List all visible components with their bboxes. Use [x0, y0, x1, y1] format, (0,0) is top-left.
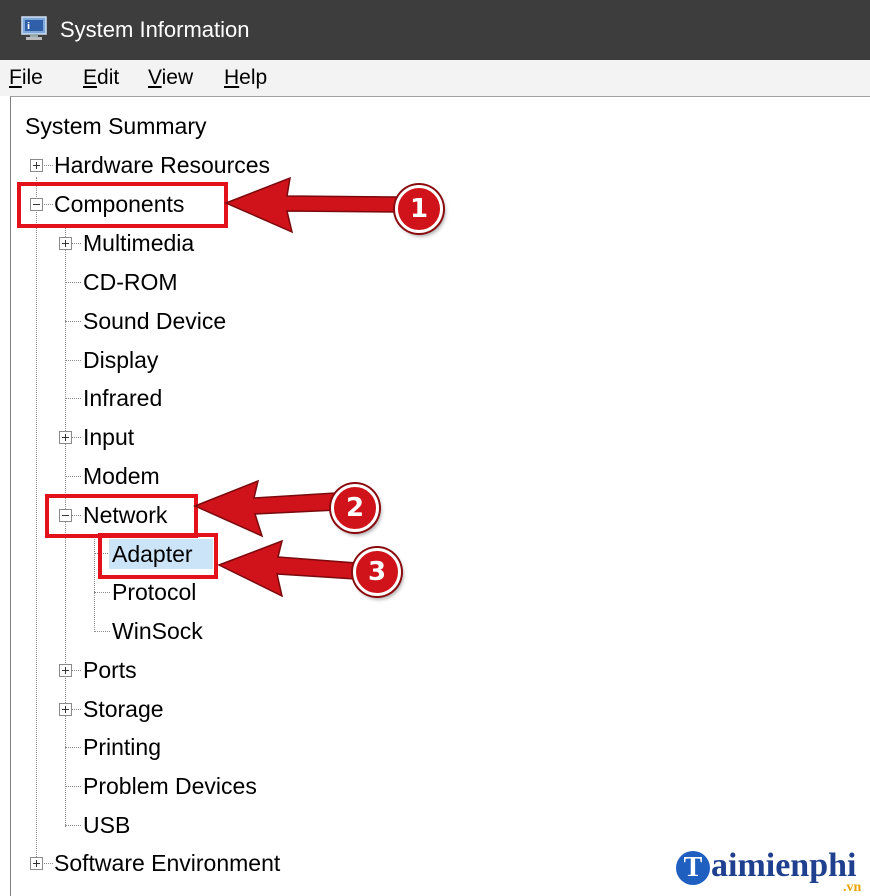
- menu-file[interactable]: File: [9, 66, 43, 90]
- expand-ports-button[interactable]: [59, 664, 72, 677]
- tree-item-input[interactable]: Input: [83, 422, 134, 452]
- tree-hline: [65, 282, 81, 283]
- menu-view-rest: iew: [161, 66, 194, 89]
- svg-text:i: i: [27, 22, 30, 32]
- tree-item-cd-rom[interactable]: CD-ROM: [83, 267, 178, 297]
- expand-multimedia-button[interactable]: [59, 237, 72, 250]
- tree-item-system-summary[interactable]: System Summary: [25, 111, 206, 141]
- tree-item-winsock[interactable]: WinSock: [112, 616, 203, 646]
- tree-item-sound-device[interactable]: Sound Device: [83, 306, 226, 336]
- window-title: System Information: [60, 17, 250, 42]
- tree-item-multimedia[interactable]: Multimedia: [83, 228, 194, 258]
- menu-edit-accel: E: [83, 66, 98, 89]
- step-2-badge: 2: [331, 484, 379, 532]
- expand-storage-button[interactable]: [59, 703, 72, 716]
- menu-file-accel: F: [9, 66, 22, 89]
- tree-hline: [65, 398, 81, 399]
- expand-input-button[interactable]: [59, 431, 72, 444]
- system-information-icon: i: [21, 16, 47, 40]
- logo-letter: T: [676, 851, 710, 886]
- tree-line-level3: [94, 537, 95, 632]
- logo-suffix: .vn: [843, 880, 862, 895]
- expand-hardware-resources-button[interactable]: [30, 159, 43, 172]
- tree-item-hardware-resources[interactable]: Hardware Resources: [54, 150, 270, 180]
- menu-view[interactable]: View: [148, 66, 193, 90]
- menu-help[interactable]: Help: [224, 66, 267, 90]
- tree-item-modem[interactable]: Modem: [83, 461, 160, 491]
- taimienphi-logo: Taimienphi: [676, 847, 857, 886]
- menu-edit-rest: dit: [97, 66, 120, 89]
- tree-item-problem-devices[interactable]: Problem Devices: [83, 771, 257, 801]
- menu-edit[interactable]: Edit: [83, 66, 119, 90]
- step-1-badge: 1: [395, 185, 443, 233]
- tree-item-software-environment[interactable]: Software Environment: [54, 848, 280, 878]
- highlight-box-adapter: [98, 533, 218, 579]
- tree-hline: [65, 360, 81, 361]
- menu-view-accel: V: [148, 66, 162, 89]
- tree-hline: [65, 747, 81, 748]
- tree-hline: [94, 631, 110, 632]
- highlight-box-network: [45, 494, 198, 538]
- title-bar: i System Information: [0, 0, 870, 60]
- tree-hline: [65, 321, 81, 322]
- menu-help-rest: elp: [239, 66, 268, 89]
- menu-bar: File Edit View Help: [0, 60, 870, 96]
- tree-item-protocol[interactable]: Protocol: [112, 577, 196, 607]
- menu-help-accel: H: [224, 66, 240, 89]
- logo-text: aimienphi: [711, 847, 857, 884]
- highlight-box-components: [17, 182, 228, 228]
- tree-hline: [65, 476, 81, 477]
- expand-software-environment-button[interactable]: [30, 857, 43, 870]
- tree-item-infrared[interactable]: Infrared: [83, 383, 162, 413]
- tree-item-usb[interactable]: USB: [83, 810, 130, 840]
- tree-item-display[interactable]: Display: [83, 345, 158, 375]
- tree-item-printing[interactable]: Printing: [83, 732, 161, 762]
- tree-hline: [94, 592, 110, 593]
- tree-item-ports[interactable]: Ports: [83, 655, 137, 685]
- step-3-badge: 3: [353, 548, 401, 596]
- tree-line-level1: [36, 177, 37, 867]
- tree-hline: [65, 825, 81, 826]
- menu-file-rest: ile: [21, 66, 43, 89]
- tree-item-storage[interactable]: Storage: [83, 694, 164, 724]
- tree-hline: [65, 786, 81, 787]
